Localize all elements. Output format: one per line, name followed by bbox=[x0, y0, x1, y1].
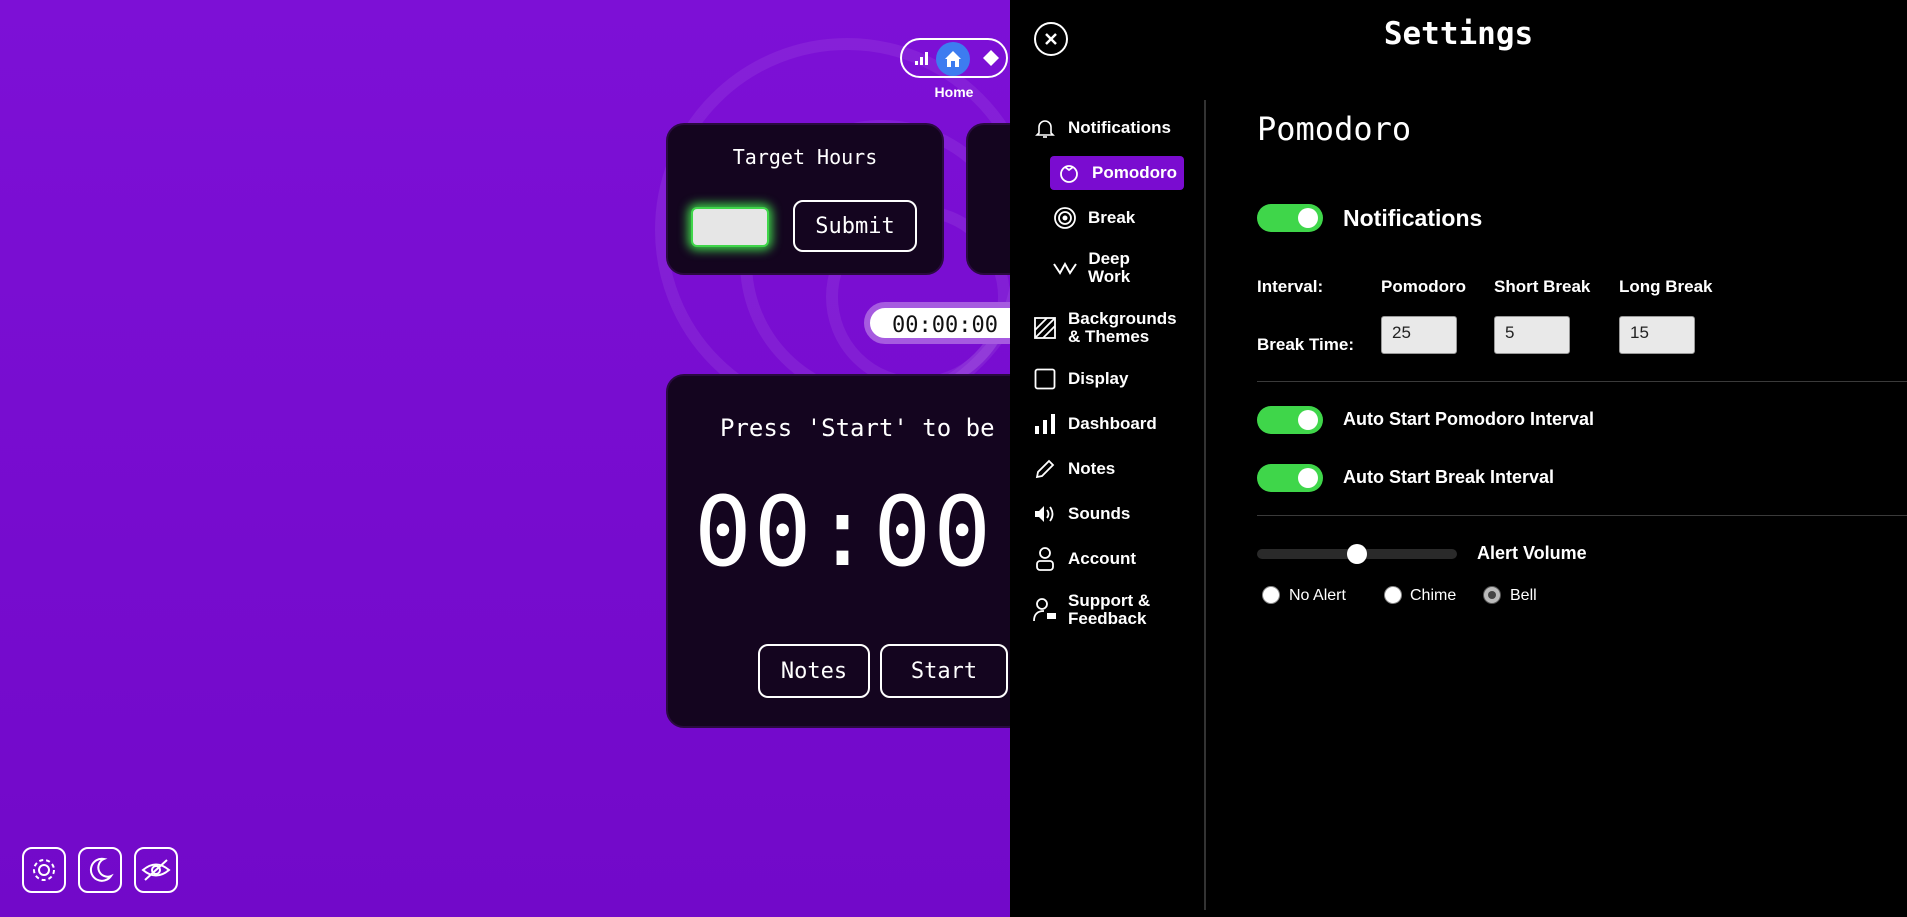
timer-prompt: Press 'Start' to be bbox=[720, 414, 995, 442]
user-icon bbox=[1032, 546, 1058, 572]
break-time-label: Break Time: bbox=[1257, 335, 1355, 354]
sidebar-item-label: Notifications bbox=[1068, 118, 1171, 137]
target-icon bbox=[1052, 205, 1078, 231]
pomodoro-minutes-input[interactable]: 25 bbox=[1381, 316, 1457, 354]
sidebar-item-label: Feedback bbox=[1068, 609, 1147, 628]
sidebar-item-label: Backgrounds bbox=[1068, 309, 1177, 328]
sidebar-item-label: Display bbox=[1068, 369, 1129, 388]
submit-button[interactable]: Submit bbox=[793, 200, 917, 252]
dark-mode-button[interactable] bbox=[78, 847, 122, 893]
settings-button[interactable] bbox=[22, 847, 66, 893]
target-hours-title: Target Hours bbox=[732, 145, 878, 169]
start-button[interactable]: Start bbox=[880, 644, 1008, 698]
small-timer-display: 00:00:00 bbox=[864, 302, 1010, 344]
bell-icon bbox=[1032, 115, 1058, 141]
sidebar-item-label: Work bbox=[1088, 267, 1131, 286]
timer-big-display: 00:00 bbox=[694, 476, 993, 588]
short-break-minutes-input[interactable]: 5 bbox=[1494, 316, 1570, 354]
hide-button[interactable] bbox=[134, 847, 178, 893]
main-app-area: Home Target Hours Submit 00:00:00 Press … bbox=[0, 0, 1010, 917]
tomato-icon bbox=[1056, 160, 1082, 186]
settings-panel: Settings Notifications Pomodoro Break De… bbox=[1010, 0, 1907, 917]
signal-bars-icon[interactable] bbox=[914, 50, 930, 71]
timer-card: Press 'Start' to be 00:00 Notes Start bbox=[666, 374, 1010, 728]
alert-volume-label: Alert Volume bbox=[1477, 543, 1587, 563]
radio-no-alert-label: No Alert bbox=[1289, 587, 1346, 604]
col-long-break-label: Long Break bbox=[1619, 277, 1713, 296]
sidebar-item-sounds[interactable]: Sounds bbox=[1032, 501, 1130, 527]
sidebar-item-dashboard[interactable]: Dashboard bbox=[1032, 411, 1157, 437]
auto-start-pomodoro-label: Auto Start Pomodoro Interval bbox=[1343, 409, 1595, 429]
sidebar-item-display[interactable]: Display bbox=[1032, 366, 1128, 392]
sidebar-item-notifications[interactable]: Notifications bbox=[1032, 115, 1171, 141]
auto-start-break-label: Auto Start Break Interval bbox=[1343, 467, 1555, 487]
sidebar-item-label: Account bbox=[1068, 549, 1136, 568]
radio-bell-label: Bell bbox=[1510, 587, 1537, 604]
sidebar-item-support[interactable]: Support & Feedback bbox=[1032, 592, 1150, 628]
sidebar-item-label: Deep bbox=[1088, 249, 1130, 268]
sidebar-item-break[interactable]: Break bbox=[1052, 205, 1135, 231]
stripes-icon bbox=[1032, 315, 1058, 341]
notifications-label: Notifications bbox=[1343, 205, 1483, 231]
home-button[interactable] bbox=[936, 42, 970, 76]
eye-slash-icon bbox=[141, 859, 171, 881]
col-short-break-label: Short Break bbox=[1494, 277, 1591, 296]
diamond-icon[interactable] bbox=[982, 49, 1000, 72]
sidebar-item-deep-work[interactable]: Deep Work bbox=[1052, 250, 1130, 286]
radio-bell[interactable] bbox=[1483, 586, 1501, 604]
section-divider bbox=[1257, 381, 1907, 382]
sidebar-item-label: Support & bbox=[1068, 591, 1151, 610]
target-hours-card: Target Hours Submit bbox=[666, 123, 944, 275]
square-icon bbox=[1032, 366, 1058, 392]
sidebar-item-backgrounds[interactable]: Backgrounds & Themes bbox=[1032, 310, 1177, 346]
sidebar-item-label: Break bbox=[1088, 208, 1136, 227]
second-card bbox=[966, 123, 1010, 275]
notes-button[interactable]: Notes bbox=[758, 644, 870, 698]
auto-start-break-toggle[interactable] bbox=[1257, 464, 1323, 492]
gear-icon bbox=[33, 859, 55, 881]
sidebar-divider bbox=[1204, 100, 1206, 910]
support-user-icon bbox=[1032, 597, 1058, 623]
panel-heading: Pomodoro bbox=[1257, 110, 1412, 148]
sidebar-item-label: & Themes bbox=[1068, 327, 1150, 346]
settings-title: Settings bbox=[1383, 16, 1534, 52]
speaker-icon bbox=[1032, 501, 1058, 527]
slider-handle[interactable] bbox=[1347, 544, 1367, 564]
sidebar-item-label: Dashboard bbox=[1068, 414, 1157, 433]
section-divider bbox=[1257, 515, 1907, 516]
radio-no-alert[interactable] bbox=[1262, 586, 1280, 604]
sidebar-item-notes[interactable]: Notes bbox=[1032, 456, 1115, 482]
interval-label: Interval: bbox=[1257, 277, 1324, 296]
home-icon bbox=[945, 51, 961, 67]
auto-start-pomodoro-toggle[interactable] bbox=[1257, 406, 1323, 434]
wave-icon bbox=[1052, 255, 1078, 281]
radio-chime[interactable] bbox=[1384, 586, 1402, 604]
nav-label: Home bbox=[934, 84, 974, 100]
col-pomodoro-label: Pomodoro bbox=[1381, 277, 1466, 296]
sidebar-item-label: Notes bbox=[1068, 459, 1116, 478]
alert-volume-slider[interactable] bbox=[1257, 544, 1457, 564]
bar-chart-icon bbox=[1032, 411, 1058, 437]
radio-chime-label: Chime bbox=[1410, 587, 1457, 604]
sidebar-item-label: Sounds bbox=[1068, 504, 1131, 523]
target-hours-input[interactable] bbox=[691, 207, 769, 247]
sidebar-item-account[interactable]: Account bbox=[1032, 546, 1136, 572]
notifications-toggle[interactable] bbox=[1257, 204, 1323, 232]
sidebar-item-pomodoro[interactable]: Pomodoro bbox=[1050, 156, 1184, 190]
moon-icon bbox=[89, 857, 114, 882]
sidebar-item-label: Pomodoro bbox=[1092, 163, 1177, 182]
long-break-minutes-input[interactable]: 15 bbox=[1619, 316, 1695, 354]
pencil-icon bbox=[1032, 456, 1058, 482]
